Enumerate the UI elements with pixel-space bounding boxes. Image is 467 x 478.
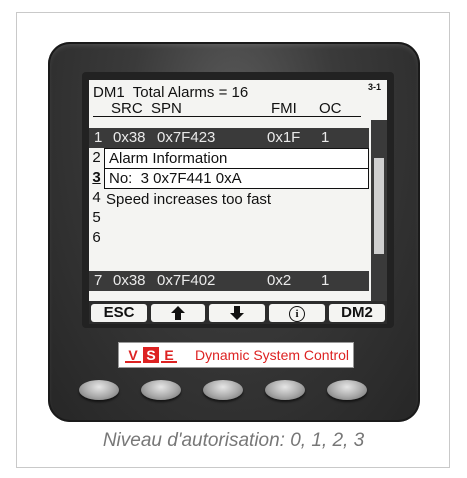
hardware-button-4[interactable] [265,380,305,400]
row-number: 5 [92,209,101,226]
esc-label: ESC [103,304,135,321]
alarm-info-title: Alarm Information [104,148,369,169]
row1-fmi: 0x1F [267,129,301,146]
esc-softkey[interactable]: ESC [91,304,147,322]
arrow-up-icon [171,306,185,320]
up-softkey[interactable] [151,304,205,322]
down-softkey[interactable] [209,304,265,322]
alarm-row-1[interactable]: 1 0x38 0x7F423 0x1F 1 [89,128,369,148]
vse-logo: V S E [125,347,179,363]
page-indicator: 3-1 [367,82,381,92]
row-number-selected: 3 [92,169,101,186]
header-underline [93,116,361,117]
row1-spn: 0x7F423 [157,129,216,146]
row-number: 4 [92,189,101,206]
row7-src: 0x38 [113,272,146,289]
dm2-softkey[interactable]: DM2 [329,304,385,322]
alarm-row-7[interactable]: 7 0x38 0x7F402 0x2 1 [89,271,369,291]
alarm-info-detail: No: 3 0x7F441 0xA [104,168,369,189]
row-number: 1 [94,129,103,146]
col-spn: SPN [151,100,182,117]
info-icon: i [289,306,305,322]
brand-name: Dynamic System Control [195,347,350,363]
info-softkey[interactable]: i [269,304,325,322]
hardware-button-5[interactable] [327,380,367,400]
display-screen: DM1 Total Alarms = 16 3-1 SRC SPN FMI OC… [89,80,387,324]
hardware-button-1[interactable] [79,380,119,400]
authorization-caption: Niveau d'autorisation: 0, 1, 2, 3 [102,430,365,451]
brand-plate: V S E Dynamic System Control [118,342,354,368]
hardware-button-2[interactable] [141,380,181,400]
col-oc: OC [319,100,342,117]
row1-src: 0x38 [113,129,146,146]
row-number: 2 [92,149,101,166]
arrow-down-icon [230,306,244,320]
dm2-label: DM2 [341,304,373,321]
row7-spn: 0x7F402 [157,272,216,289]
hardware-button-3[interactable] [203,380,243,400]
alarm-description: Speed increases too fast [106,191,272,208]
alarm-title: DM1 Total Alarms = 16 [93,84,249,101]
scrollbar[interactable] [371,120,387,301]
row7-oc: 1 [321,272,330,289]
row-number: 7 [94,272,103,289]
row1-oc: 1 [321,129,330,146]
scrollbar-thumb[interactable] [374,158,384,254]
col-src: SRC [111,100,143,117]
col-fmi: FMI [271,100,297,117]
row-number: 6 [92,229,101,246]
row7-fmi: 0x2 [267,272,292,289]
softkey-bar: ESC i DM2 [89,301,387,324]
